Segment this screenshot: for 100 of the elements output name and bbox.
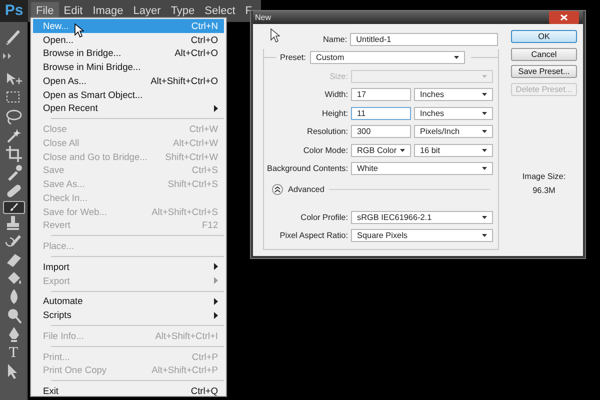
menu-option[interactable]: Import — [33, 260, 224, 274]
dropdown-field[interactable]: Pixels/Inch — [414, 125, 493, 138]
field-label: Pixel Aspect Ratio: — [278, 231, 348, 240]
shortcut-label: Ctrl+P — [192, 352, 218, 362]
menu-option-label: Save — [43, 165, 64, 176]
shortcut-label: Ctrl+N — [191, 20, 218, 31]
menu-option-label: Place... — [43, 241, 74, 252]
field-label: Width: — [324, 90, 348, 100]
caret-icon — [482, 148, 487, 152]
menu-option-label: Save As... — [43, 179, 85, 190]
menu-option-label: Automate — [43, 296, 83, 306]
caret-icon — [482, 216, 487, 219]
shortcut-label: Shift+Ctrl+S — [168, 179, 218, 190]
cursor-icon — [74, 23, 84, 38]
dialog-button[interactable]: Cancel — [511, 48, 577, 60]
caret-icon — [482, 167, 487, 170]
menu-option[interactable]: Browse in Mini Bridge... — [33, 60, 224, 74]
menu-option-label: Revert — [43, 220, 70, 230]
menu-option-label: Browse in Mini Bridge... — [43, 62, 141, 72]
menu-option[interactable]: Exit Ctrl+Q — [33, 384, 224, 398]
menu-option-label: Print... — [43, 352, 70, 362]
image-size-value: 96.3M — [532, 186, 556, 195]
field-label: Background Contents: — [266, 164, 348, 174]
crop-icon[interactable] — [4, 144, 24, 164]
menu-option-label: Open... — [43, 34, 74, 45]
menu-option-label: New... — [43, 20, 69, 31]
input-field[interactable]: 11 — [351, 106, 411, 120]
caret-icon — [454, 56, 459, 60]
menu-item[interactable]: Layer — [128, 2, 166, 20]
field-label: Resolution: — [306, 127, 348, 136]
shortcut-label: Shift+Ctrl+W — [165, 152, 218, 162]
menu-item[interactable]: Type — [166, 2, 200, 20]
menu-option-label: Check In... — [43, 192, 88, 203]
collapse-arrows-icon[interactable] — [3, 52, 13, 59]
field-label: Preset: — [280, 53, 307, 62]
menu-option-label: Scripts — [43, 310, 72, 320]
dropdown-field[interactable]: 16 bit — [414, 144, 493, 157]
shortcut-label: Alt+Shift+Ctrl+P — [152, 365, 218, 376]
input-field[interactable]: 17 — [351, 88, 411, 102]
menu-option-label: Open As... — [43, 76, 86, 86]
cursor-icon — [270, 28, 280, 43]
field-label: Size: — [328, 72, 348, 81]
image-size-label: Image Size: — [522, 172, 566, 181]
menu-item[interactable]: Edit — [58, 2, 88, 20]
shortcut-label: Ctrl+O — [190, 34, 218, 45]
menu-option-label: Open as Smart Object... — [43, 90, 143, 100]
dropdown-field[interactable]: sRGB IEC61966-2.1 — [351, 210, 493, 224]
menu-option[interactable]: Browse in Bridge... Alt+Ctrl+O — [33, 46, 224, 60]
menu-item[interactable]: Select — [200, 2, 240, 20]
shortcut-label: Alt+Ctrl+O — [174, 48, 218, 58]
field-label: Color Mode: — [302, 146, 348, 155]
menu-option-label: Close — [43, 124, 67, 134]
caret-icon — [482, 130, 487, 134]
menu-option[interactable]: Open... Ctrl+O — [33, 32, 224, 46]
dropdown-field[interactable]: Square Pixels — [351, 229, 493, 242]
caret-icon — [482, 234, 487, 238]
shortcut-label: Ctrl+W — [189, 124, 218, 134]
menu-option-label: Import — [43, 262, 70, 272]
shortcut-label: Alt+Shift+Ctrl+I — [155, 330, 218, 341]
collapse-toggle-icon[interactable] — [272, 184, 283, 194]
shortcut-label: Alt+Shift+Ctrl+O — [150, 76, 218, 86]
dropdown-field[interactable]: Custom — [310, 51, 465, 64]
menu-option[interactable]: Open Recent — [33, 102, 224, 116]
menu-option-label: Export — [43, 276, 70, 286]
menu-item[interactable]: Image — [88, 2, 128, 20]
app-logo: Ps — [0, 0, 28, 22]
field-label: Color Profile: — [300, 212, 348, 222]
dialog-title: New — [255, 13, 272, 22]
input-field[interactable]: 300 — [351, 125, 411, 138]
menu-option-label: Open Recent — [43, 103, 98, 114]
menu-option-label: File Info... — [43, 330, 84, 341]
caret-icon — [482, 112, 487, 115]
menu-option[interactable]: Open As... Alt+Shift+Ctrl+O — [33, 74, 224, 88]
caret-icon — [482, 74, 487, 78]
menu-option-label: Exit — [43, 386, 58, 396]
shortcut-label: Ctrl+S — [192, 165, 218, 176]
close-icon[interactable] — [549, 11, 579, 24]
field-label: Height: — [321, 108, 348, 118]
menu-option[interactable]: Automate — [33, 294, 224, 308]
dropdown-field[interactable]: RGB Color — [351, 144, 411, 157]
section-label: Advanced — [288, 184, 324, 194]
input-field[interactable]: Untitled-1 — [350, 32, 498, 46]
menu-option-label: Save for Web... — [43, 206, 107, 217]
field-label: Name: — [323, 34, 348, 44]
menu-option[interactable]: Open as Smart Object... — [33, 88, 224, 102]
dialog-button[interactable]: Save Preset... — [511, 65, 577, 78]
menu-option[interactable]: Scripts — [33, 308, 224, 322]
dropdown-field[interactable]: White — [351, 162, 493, 176]
menu-option-label: Close All — [43, 138, 80, 148]
shortcut-label: Ctrl+Q — [190, 386, 218, 396]
menu-option-label: Print One Copy — [43, 365, 107, 376]
shortcut-label: F12 — [202, 220, 218, 230]
caret-icon — [482, 93, 487, 96]
dropdown-field[interactable]: Inches — [414, 106, 493, 120]
dialog-button[interactable]: OK — [511, 30, 577, 43]
caret-icon — [400, 148, 405, 152]
menu-option-label: Close and Go to Bridge... — [43, 152, 148, 162]
type-tool[interactable]: T — [2, 344, 24, 362]
dropdown-field[interactable]: Inches — [414, 88, 493, 102]
lasso-icon[interactable] — [4, 107, 24, 128]
